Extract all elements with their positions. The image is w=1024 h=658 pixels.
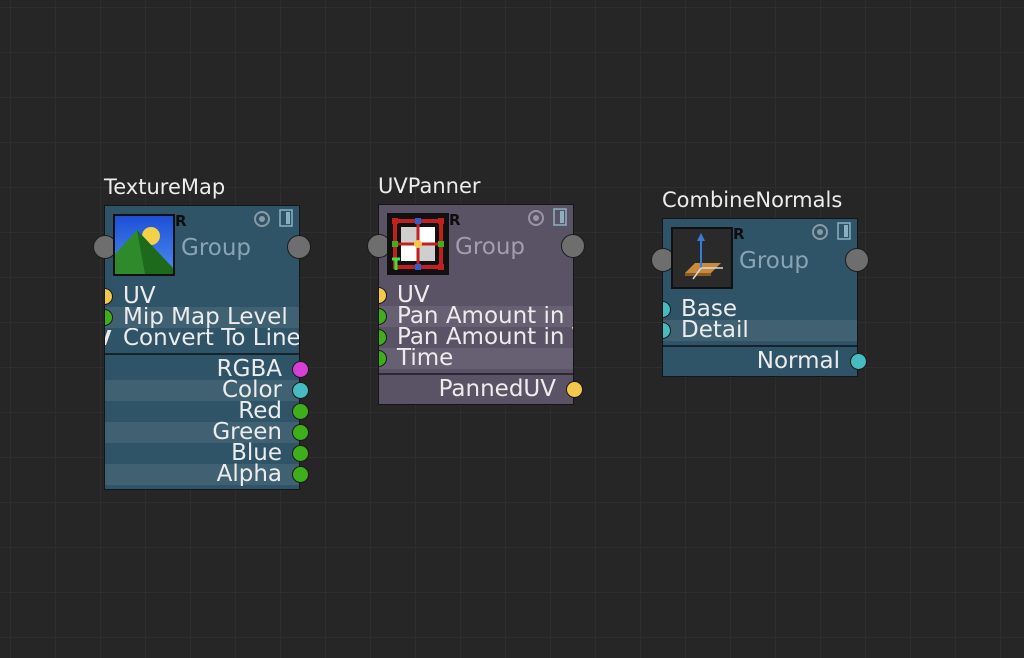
toggle-port-convert-to-linear[interactable]: V: [105, 328, 111, 349]
input-list: UV Pan Amount in U Pan Amount in V Time: [379, 285, 573, 373]
uv-transform-icon: [387, 213, 449, 275]
output-port-red[interactable]: [292, 403, 309, 420]
node-header[interactable]: R Group: [367, 205, 585, 285]
preview-toggle-icon[interactable]: [253, 210, 271, 228]
input-label: Base: [681, 299, 738, 320]
output-list: PannedUV: [379, 375, 583, 404]
group-output-port[interactable]: [845, 248, 869, 272]
input-base[interactable]: Base: [663, 299, 857, 320]
preview-toggle-icon[interactable]: [811, 223, 829, 241]
output-list: RGBA Color Red Green Blue Alpha: [105, 355, 309, 489]
input-label: UV: [123, 286, 156, 307]
input-convert-to-linear[interactable]: V Convert To Linear: [105, 328, 299, 349]
output-port-alpha[interactable]: [292, 466, 309, 483]
input-port-pan-amount-u[interactable]: [379, 308, 387, 325]
node-combinenormals[interactable]: CombineNormals R Group Base Detail Norma…: [651, 188, 869, 377]
output-port-rgba[interactable]: [292, 361, 309, 378]
input-port-detail[interactable]: [663, 322, 671, 339]
node-title[interactable]: UVPanner: [378, 174, 481, 198]
output-port-panned-uv[interactable]: [566, 381, 583, 398]
input-time[interactable]: Time: [379, 348, 573, 369]
group-output-port[interactable]: [561, 234, 585, 258]
input-label: Pan Amount in U: [397, 306, 573, 327]
node-header[interactable]: R Group: [93, 206, 311, 286]
collapse-icon[interactable]: [553, 208, 567, 226]
input-detail[interactable]: Detail: [663, 320, 857, 341]
landscape-icon: [113, 214, 175, 276]
group-output-port[interactable]: [287, 235, 311, 259]
output-label: PannedUV: [438, 376, 556, 402]
input-label: Mip Map Level: [123, 307, 288, 328]
input-label: Detail: [681, 320, 749, 341]
node-title[interactable]: CombineNormals: [662, 188, 842, 212]
output-label: Normal: [756, 348, 840, 374]
input-port-mip-map-level[interactable]: [105, 309, 113, 326]
r-mark: R: [449, 211, 461, 229]
input-port-time[interactable]: [379, 350, 387, 367]
input-uv[interactable]: UV: [105, 286, 299, 307]
output-normal[interactable]: Normal: [663, 348, 867, 374]
output-port-blue[interactable]: [292, 445, 309, 462]
input-list: Base Detail: [663, 299, 857, 345]
input-port-uv[interactable]: [379, 287, 387, 304]
node-uvpanner[interactable]: UVPanner R Group UV Pan Amount in U Pan …: [367, 174, 585, 405]
output-alpha[interactable]: Alpha: [105, 461, 309, 487]
group-label: Group: [181, 235, 252, 261]
node-body[interactable]: R Group Base Detail Normal: [651, 218, 869, 377]
output-list: Normal: [663, 347, 867, 376]
input-port-pan-amount-v[interactable]: [379, 329, 387, 346]
collapse-icon[interactable]: [837, 222, 851, 240]
normal-vector-icon: [671, 227, 733, 289]
input-label: Time: [397, 348, 454, 369]
output-label: Alpha: [216, 461, 282, 487]
input-port-base[interactable]: [663, 301, 671, 318]
output-port-green[interactable]: [292, 424, 309, 441]
group-label: Group: [739, 248, 810, 274]
node-texturemap[interactable]: TextureMap R Group UV Mip Map Level Conv…: [93, 175, 311, 490]
input-pan-amount-v[interactable]: Pan Amount in V: [379, 327, 573, 348]
input-label: UV: [397, 285, 430, 306]
input-list: UV Mip Map Level V Convert To Linear: [105, 286, 299, 353]
output-panned-uv[interactable]: PannedUV: [379, 376, 583, 402]
r-mark: R: [175, 212, 187, 230]
input-label: Convert To Linear: [123, 328, 299, 349]
input-uv[interactable]: UV: [379, 285, 573, 306]
input-label: Pan Amount in V: [397, 327, 573, 348]
node-title[interactable]: TextureMap: [104, 175, 225, 199]
input-port-uv[interactable]: [105, 288, 113, 305]
collapse-icon[interactable]: [279, 209, 293, 227]
node-body[interactable]: R Group UV Pan Amount in U Pan Amount in…: [367, 204, 585, 405]
input-pan-amount-u[interactable]: Pan Amount in U: [379, 306, 573, 327]
preview-toggle-icon[interactable]: [527, 209, 545, 227]
input-mip-map-level[interactable]: Mip Map Level: [105, 307, 299, 328]
node-header[interactable]: R Group: [651, 219, 869, 299]
output-port-normal[interactable]: [850, 353, 867, 370]
group-label: Group: [455, 234, 526, 260]
node-body[interactable]: R Group UV Mip Map Level V C: [93, 205, 311, 490]
r-mark: R: [733, 225, 745, 243]
output-port-color[interactable]: [292, 382, 309, 399]
